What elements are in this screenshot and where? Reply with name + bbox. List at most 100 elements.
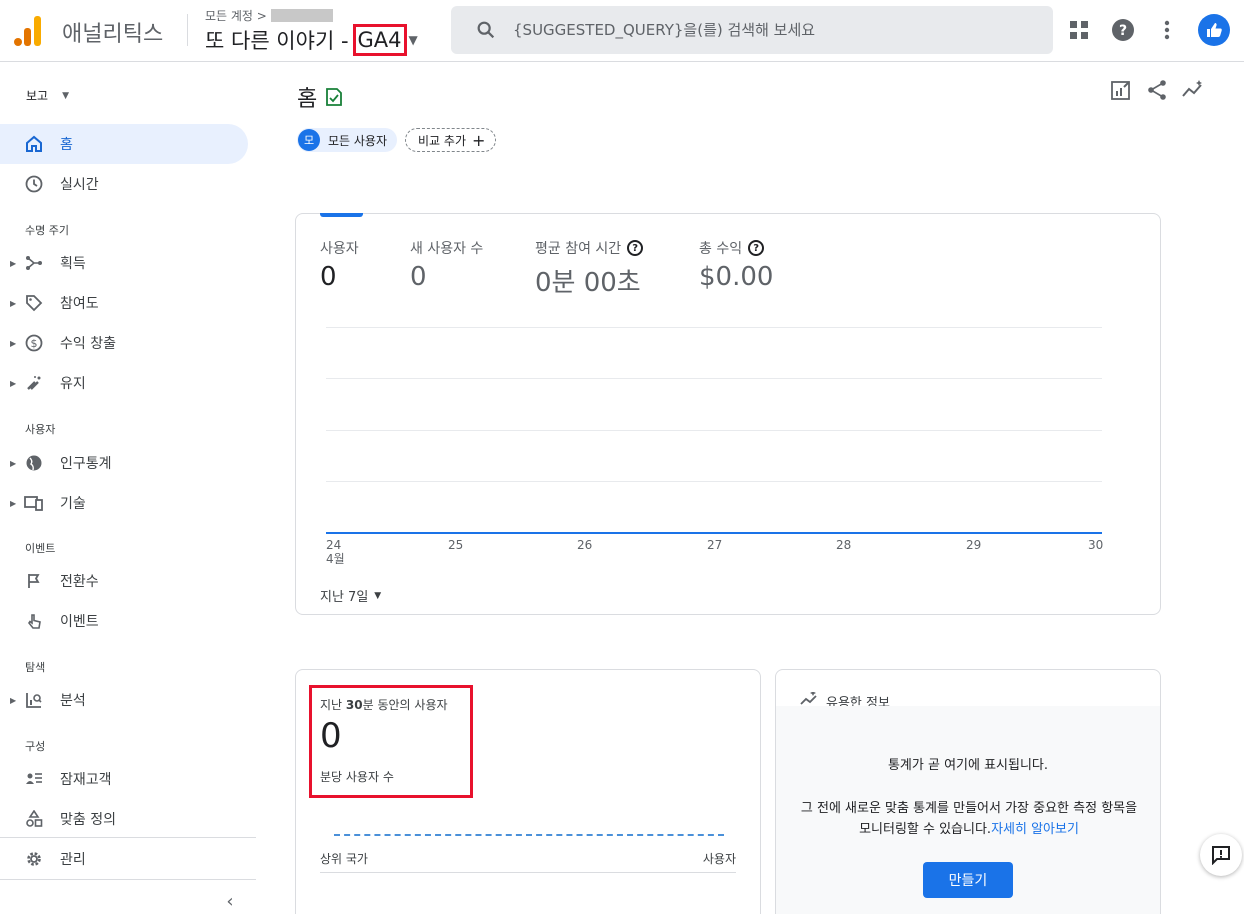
- metric-avg-engagement[interactable]: 평균 참여 시간? 0분 00초: [535, 238, 644, 299]
- sidebar-item-analysis[interactable]: ▶ 분석: [0, 680, 248, 720]
- avatar[interactable]: [1198, 14, 1230, 46]
- reports-label: 보고: [26, 89, 49, 103]
- sidebar-item-realtime[interactable]: 실시간: [0, 164, 248, 204]
- sidebar-item-engagement[interactable]: ▶ 참여도: [0, 283, 248, 323]
- expand-arrow-icon[interactable]: ▶: [10, 696, 16, 705]
- sidebar-item-label: 분석: [60, 693, 86, 709]
- sidebar-item-custom-definitions[interactable]: 맞춤 정의: [0, 799, 248, 839]
- page-title-row: 홈: [297, 81, 343, 113]
- x-tick-label: 30: [1088, 538, 1104, 552]
- sidebar-item-audiences[interactable]: 잠재고객: [0, 759, 248, 799]
- sidebar-item-label: 기술: [60, 496, 86, 512]
- chart-gridline: [326, 430, 1102, 431]
- search-bar[interactable]: [451, 6, 1053, 54]
- share-icon[interactable]: [1146, 79, 1168, 101]
- expand-arrow-icon[interactable]: ▶: [10, 339, 16, 348]
- search-input[interactable]: [513, 21, 1033, 39]
- add-comparison-button[interactable]: 비교 추가 +: [405, 128, 497, 152]
- breadcrumb[interactable]: 모든 계정 >: [205, 7, 333, 24]
- sidebar-item-events[interactable]: 이벤트: [0, 601, 248, 641]
- flag-icon: [24, 571, 44, 591]
- sidebar-item-acquisition[interactable]: ▶ 획득: [0, 243, 248, 283]
- analytics-logo-icon[interactable]: [14, 14, 44, 46]
- chevron-down-icon: ▼: [374, 590, 382, 601]
- thumbs-up-icon: [1207, 23, 1222, 37]
- insights-description: 그 전에 새로운 맞춤 통계를 만들어서 가장 중요한 측정 항목을 모니터링할…: [800, 801, 1138, 837]
- tag-icon: [24, 293, 44, 313]
- sidebar-item-conversions[interactable]: 전환수: [0, 561, 248, 601]
- app-name[interactable]: 애널리틱스: [62, 16, 163, 48]
- sidebar-item-demographics[interactable]: ▶ 인구통계: [0, 443, 248, 483]
- section-events: 이벤트: [25, 542, 56, 555]
- expand-arrow-icon[interactable]: ▶: [10, 259, 16, 268]
- sidebar-item-label: 참여도: [60, 296, 99, 312]
- x-tick-label: 28: [836, 538, 852, 552]
- sidebar-item-tech[interactable]: ▶ 기술: [0, 483, 248, 523]
- x-tick-label: 26: [577, 538, 593, 552]
- devices-icon: [24, 493, 44, 513]
- insights-main-text: 통계가 곧 여기에 표시됩니다.: [887, 758, 1049, 773]
- sidebar-item-label: 이벤트: [60, 614, 99, 630]
- feedback-icon: [1212, 846, 1230, 865]
- help-icon[interactable]: ?: [748, 240, 765, 256]
- metric-users[interactable]: 사용자 0: [320, 238, 359, 292]
- chevron-down-icon: ▼: [62, 90, 70, 101]
- col-country: 상위 국가: [320, 852, 368, 866]
- active-metric-indicator: [320, 213, 363, 217]
- learn-more-link[interactable]: 자세히 알아보기: [991, 822, 1079, 837]
- search-icon: [477, 21, 495, 39]
- insights-header: 유용한 정보: [800, 692, 890, 706]
- home-icon: [24, 134, 44, 154]
- expand-arrow-icon[interactable]: ▶: [10, 499, 16, 508]
- svg-text:?: ?: [1119, 23, 1127, 39]
- breadcrumb-label: 모든 계정 >: [205, 9, 267, 23]
- gear-icon: [24, 849, 44, 869]
- sidebar-item-monetization[interactable]: ▶ $ 수익 창출: [0, 323, 248, 363]
- sidebar-item-label: 실시간: [60, 177, 99, 193]
- sidebar-item-admin[interactable]: 관리: [0, 839, 248, 879]
- metric-total-revenue[interactable]: 총 수익? $0.00: [699, 238, 773, 292]
- insights-icon[interactable]: [1182, 79, 1204, 101]
- realtime-card[interactable]: 지난 30분 동안의 사용자 0 분당 사용자 수 상위 국가 사용자: [295, 669, 761, 914]
- x-tick-label: 25: [448, 538, 464, 552]
- apps-grid-icon[interactable]: [1066, 17, 1092, 43]
- chip-label: 비교 추가: [418, 133, 466, 148]
- metric-value: $0.00: [699, 262, 774, 292]
- expand-arrow-icon[interactable]: ▶: [10, 379, 16, 388]
- property-suffix-highlight: GA4: [352, 24, 407, 56]
- property-selector[interactable]: 또 다른 이야기 - GA4 ▼: [205, 24, 418, 56]
- metric-label: 총 수익: [699, 241, 743, 257]
- date-range-selector[interactable]: 지난 7일 ▼: [320, 586, 381, 605]
- metric-label: 사용자: [320, 241, 359, 257]
- sparkle-icon: [800, 692, 817, 705]
- realtime-title: 지난 30분 동안의 사용자: [320, 698, 448, 712]
- more-vert-icon[interactable]: [1154, 17, 1180, 43]
- metric-new-users[interactable]: 새 사용자 수 0: [410, 238, 483, 292]
- chart-gridline: [326, 378, 1102, 379]
- help-icon[interactable]: ?: [1110, 17, 1136, 43]
- metric-value: 0분 00초: [535, 268, 641, 298]
- realtime-table-header: 상위 국가 사용자: [320, 850, 736, 867]
- feedback-button[interactable]: [1200, 834, 1242, 876]
- verified-doc-icon[interactable]: [325, 87, 343, 107]
- create-button[interactable]: 만들기: [923, 862, 1013, 898]
- all-users-chip[interactable]: 모 모든 사용자: [297, 128, 398, 152]
- reports-toggle[interactable]: 보고 ▼: [26, 87, 69, 104]
- chart-gridline: [326, 327, 1102, 328]
- customize-report-icon[interactable]: [1110, 79, 1132, 101]
- touch-icon: [24, 611, 44, 631]
- section-user: 사용자: [25, 423, 56, 436]
- expand-arrow-icon[interactable]: ▶: [10, 299, 16, 308]
- section-lifecycle: 수명 주기: [25, 224, 69, 237]
- property-name: 또 다른 이야기 -: [205, 29, 349, 53]
- help-icon[interactable]: ?: [627, 240, 644, 256]
- sidebar-item-home[interactable]: 홈: [0, 124, 248, 164]
- insights-body: 통계가 곧 여기에 표시됩니다. 그 전에 새로운 맞춤 통계를 만들어서 가장…: [776, 706, 1160, 914]
- collapse-sidebar-icon[interactable]: ‹: [220, 891, 240, 912]
- chip-badge: 모: [298, 129, 320, 151]
- globe-icon: [24, 453, 44, 473]
- sidebar: 보고 ▼ 홈 실시간 수명 주기 ▶ 획득 ▶ 참여도 ▶ $ 수익 창출 ▶ …: [0, 63, 256, 914]
- sidebar-item-retention[interactable]: ▶ 유지: [0, 363, 248, 403]
- sidebar-item-label: 맞춤 정의: [60, 812, 116, 828]
- expand-arrow-icon[interactable]: ▶: [10, 459, 16, 468]
